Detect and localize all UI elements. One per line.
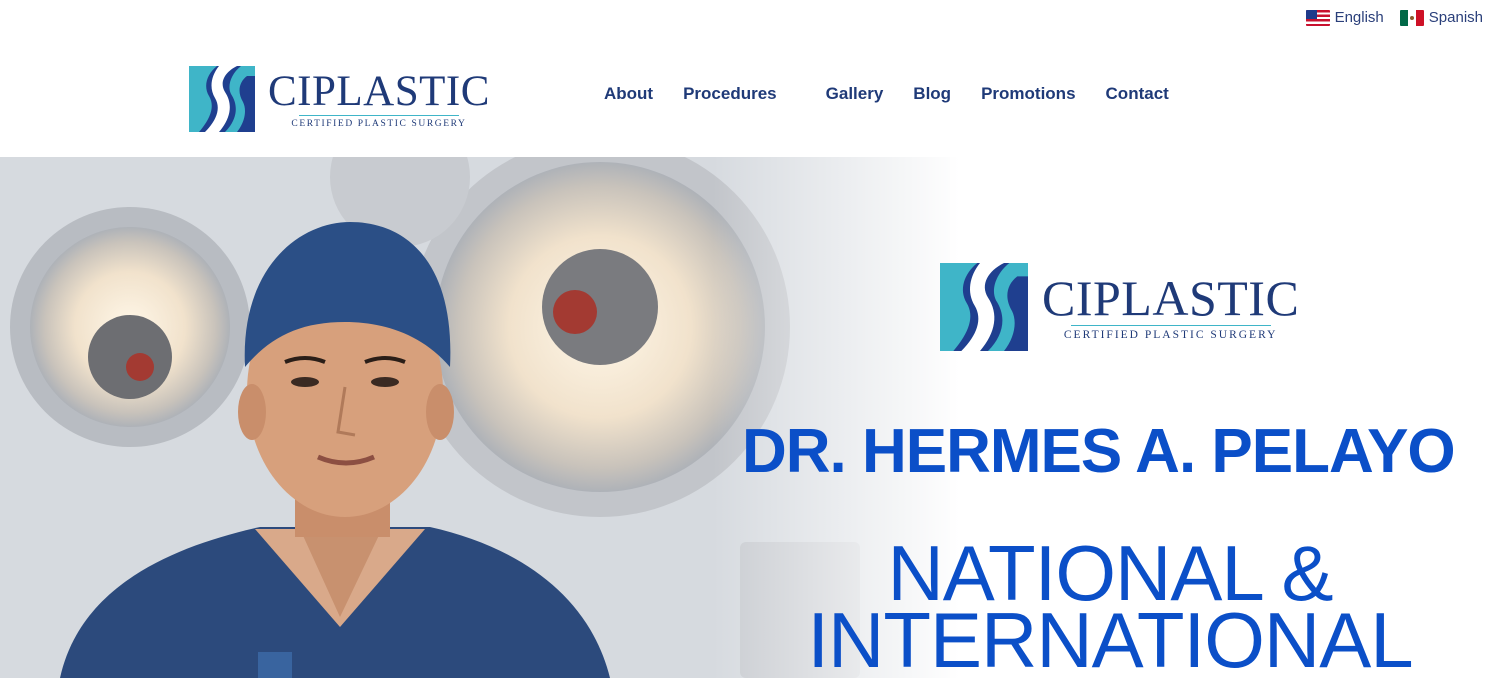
hero-logo: CIPLASTIC CERTIFIED PLASTIC SURGERY (940, 263, 1299, 351)
language-option-english[interactable]: English (1305, 9, 1384, 26)
ciplastic-logo-icon (940, 263, 1028, 351)
ciplastic-logo-icon (189, 66, 255, 132)
hero-subheading: NATIONAL & INTERNATIONAL (760, 534, 1460, 678)
language-label-spanish: Spanish (1428, 9, 1483, 26)
nav-procedures[interactable]: Procedures (683, 84, 777, 104)
hero-banner: CIPLASTIC CERTIFIED PLASTIC SURGERY DR. … (0, 157, 1500, 678)
language-switcher: English Spanish (1305, 9, 1483, 26)
nav-promotions[interactable]: Promotions (981, 84, 1075, 104)
language-label-english: English (1334, 9, 1384, 26)
main-nav: About Procedures Gallery Blog Promotions… (604, 84, 1199, 104)
hero-logo-divider (1070, 325, 1271, 326)
hero-logo-wordmark: CIPLASTIC CERTIFIED PLASTIC SURGERY (1042, 273, 1299, 341)
nav-contact[interactable]: Contact (1106, 84, 1169, 104)
us-flag-icon (1305, 9, 1330, 26)
language-option-spanish[interactable]: Spanish (1399, 9, 1483, 26)
brand-tagline: CERTIFIED PLASTIC SURGERY (291, 118, 467, 129)
hero-subheading-line-2: INTERNATIONAL (807, 596, 1413, 678)
mexico-flag-icon (1399, 9, 1424, 26)
site-logo[interactable]: CIPLASTIC CERTIFIED PLASTIC SURGERY (189, 66, 490, 132)
logo-wordmark: CIPLASTIC CERTIFIED PLASTIC SURGERY (268, 70, 490, 129)
hero-brand-tagline: CERTIFIED PLASTIC SURGERY (1063, 329, 1278, 341)
nav-gallery[interactable]: Gallery (826, 84, 884, 104)
doctor-name-heading: DR. HERMES A. PELAYO (742, 417, 1456, 486)
nav-about[interactable]: About (604, 84, 653, 104)
brand-name: CIPLASTIC (268, 67, 490, 115)
logo-divider (298, 114, 459, 116)
nav-blog[interactable]: Blog (913, 84, 951, 104)
hero-brand-name: CIPLASTIC (1042, 270, 1300, 326)
